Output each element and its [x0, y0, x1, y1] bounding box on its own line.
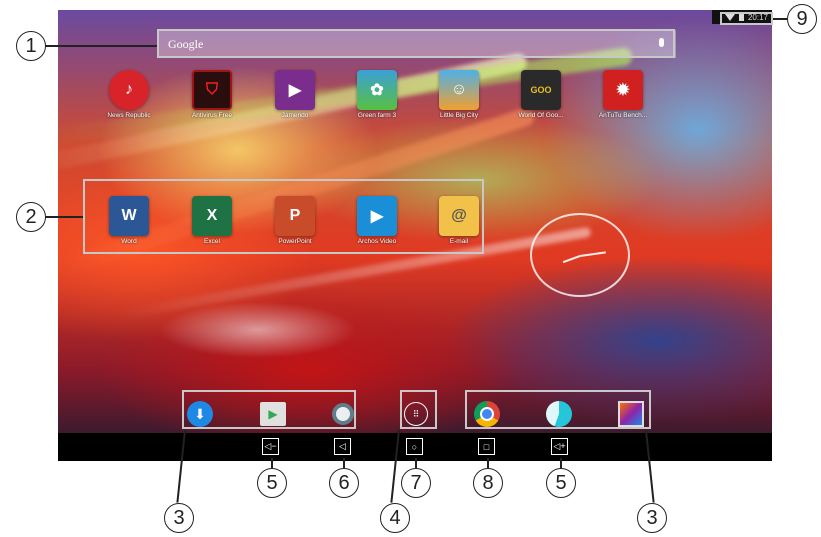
app-label: Green farm 3: [357, 112, 397, 119]
callout-6-leader: [343, 458, 345, 468]
volume-down-button[interactable]: ◁−: [262, 438, 279, 455]
navigation-bar: ◁− ◁ ○ □ ◁+: [58, 433, 772, 461]
search-highlight-frame: [157, 29, 675, 58]
recent-apps-button[interactable]: □: [478, 438, 495, 455]
jamendo-play-icon: ▶: [275, 70, 315, 110]
callout-1: 1: [16, 31, 46, 61]
app-world-of-goo[interactable]: GOO World Of Goo...: [501, 70, 581, 119]
callout-1-leader: [45, 45, 157, 47]
callout-6: 6: [329, 468, 359, 498]
callout-5-right-leader: [560, 458, 562, 468]
news-republic-icon: ♪: [109, 70, 149, 110]
app-antivirus-free[interactable]: ⛉ Antivirus Free: [172, 70, 252, 119]
app-jamendo[interactable]: ▶ Jamendo: [255, 70, 335, 119]
callout-7: 7: [401, 468, 431, 498]
volume-up-button[interactable]: ◁+: [551, 438, 568, 455]
antivirus-shield-icon: ⛉: [192, 70, 232, 110]
green-farm-icon: ✿: [357, 70, 397, 110]
app-label: Antivirus Free: [191, 112, 233, 119]
callout-4: 4: [380, 503, 410, 533]
world-of-goo-icon: GOO: [521, 70, 561, 110]
clock-minute-hand: [579, 251, 606, 257]
app-label: Jamendo: [281, 112, 309, 119]
app-antutu[interactable]: ✹ AnTuTu Bench...: [583, 70, 663, 119]
app-label: News Republic: [107, 112, 151, 119]
callout-9-leader: [773, 18, 787, 20]
callout-9: 9: [787, 4, 817, 34]
dock-right-highlight-frame: [465, 390, 651, 429]
favorites-highlight-frame: [83, 179, 484, 254]
clock-hour-hand: [562, 255, 581, 264]
callout-2: 2: [16, 202, 46, 232]
status-highlight-frame: [720, 12, 773, 25]
callout-3-left: 3: [164, 503, 194, 533]
app-news-republic[interactable]: ♪ News Republic: [89, 70, 169, 119]
app-label: Little Big City: [440, 112, 478, 119]
app-drawer-highlight-frame: [400, 390, 437, 429]
clock-widget[interactable]: [530, 213, 630, 297]
back-button[interactable]: ◁: [334, 438, 351, 455]
callout-3-right: 3: [637, 503, 667, 533]
callout-5-left-leader: [271, 458, 273, 468]
callout-5-left: 5: [257, 468, 287, 498]
app-little-big-city[interactable]: ☺ Little Big City: [419, 70, 499, 119]
callout-5-right: 5: [546, 468, 576, 498]
app-green-farm[interactable]: ✿ Green farm 3: [337, 70, 417, 119]
callout-2-leader: [45, 216, 83, 218]
little-big-city-icon: ☺: [439, 70, 479, 110]
callout-8: 8: [473, 468, 503, 498]
antutu-icon: ✹: [603, 70, 643, 110]
callout-7-leader: [415, 458, 417, 468]
home-button[interactable]: ○: [406, 438, 423, 455]
app-label: World Of Goo...: [518, 112, 564, 119]
dock-left-highlight-frame: [182, 390, 356, 429]
app-label: AnTuTu Bench...: [598, 112, 648, 119]
callout-8-leader: [487, 458, 489, 468]
